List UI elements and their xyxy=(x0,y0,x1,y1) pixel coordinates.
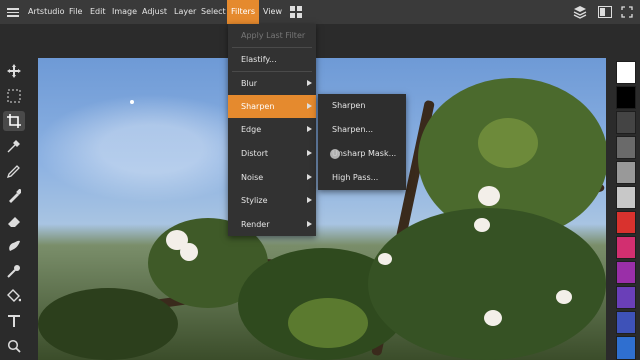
edge-label: Edge xyxy=(241,125,262,134)
brush-icon[interactable] xyxy=(3,186,25,206)
menu-edit[interactable]: Edit xyxy=(86,0,110,24)
zoom-icon[interactable] xyxy=(3,336,25,356)
tool-options-bar xyxy=(0,24,640,58)
edge-item[interactable]: Edge xyxy=(228,118,316,141)
elastify-item[interactable]: Elastify... xyxy=(228,48,316,71)
layers-icon[interactable] xyxy=(573,5,587,19)
menu-select[interactable]: Select xyxy=(197,0,230,24)
menu-image[interactable]: Image xyxy=(108,0,141,24)
swatch-gray[interactable] xyxy=(616,136,636,159)
submenu-arrow-icon xyxy=(307,197,312,203)
render-label: Render xyxy=(241,220,270,229)
swatch-pink[interactable] xyxy=(616,236,636,259)
sharpen-submenu-item[interactable]: Sharpen xyxy=(318,94,406,117)
submenu-arrow-icon xyxy=(307,150,312,156)
high-pass-item[interactable]: High Pass... xyxy=(318,166,406,189)
noise-item[interactable]: Noise xyxy=(228,166,316,189)
submenu-arrow-icon xyxy=(307,221,312,227)
eyedropper-icon[interactable] xyxy=(3,136,25,156)
color-palette xyxy=(612,58,640,360)
swatch-light-gray[interactable] xyxy=(616,186,636,209)
render-item[interactable]: Render xyxy=(228,213,316,236)
stylize-label: Stylize xyxy=(241,196,268,205)
menu-bar: Artstudio File Edit Image Adjust Layer S… xyxy=(0,0,640,24)
swatch-black[interactable] xyxy=(616,86,636,109)
swatch-mid-gray[interactable] xyxy=(616,161,636,184)
menu-file[interactable]: File xyxy=(65,0,86,24)
submenu-arrow-icon xyxy=(307,103,312,109)
submenu-arrow-icon xyxy=(307,174,312,180)
submenu-arrow-icon xyxy=(307,126,312,132)
sharpen-label: Sharpen xyxy=(241,102,275,111)
filters-dropdown: Apply Last Filter Elastify... Blur Sharp… xyxy=(228,24,316,236)
fullscreen-icon[interactable] xyxy=(621,6,633,18)
eraser-icon[interactable] xyxy=(3,211,25,231)
menu-adjust[interactable]: Adjust xyxy=(138,0,171,24)
touch-cursor-icon xyxy=(330,149,340,159)
sharpen-dialog-item[interactable]: Sharpen... xyxy=(318,118,406,141)
menu-view[interactable]: View xyxy=(259,0,286,24)
swatch-blue[interactable] xyxy=(616,336,636,360)
blur-item[interactable]: Blur xyxy=(228,72,316,95)
stylize-item[interactable]: Stylize xyxy=(228,189,316,212)
text-icon[interactable] xyxy=(3,311,25,331)
panel-toggle-icon[interactable] xyxy=(598,6,612,18)
sharpen-submenu: Sharpen Sharpen... Unsharp Mask... High … xyxy=(318,94,406,190)
submenu-arrow-icon xyxy=(307,80,312,86)
apply-last-filter-item: Apply Last Filter xyxy=(241,31,306,40)
left-toolbar xyxy=(0,58,30,360)
fill-bucket-icon[interactable] xyxy=(3,286,25,306)
swatch-dark-gray[interactable] xyxy=(616,111,636,134)
app-name[interactable]: Artstudio xyxy=(24,0,68,24)
clone-icon[interactable] xyxy=(3,261,25,281)
swatch-purple[interactable] xyxy=(616,261,636,284)
distort-item[interactable]: Distort xyxy=(228,142,316,165)
distort-label: Distort xyxy=(241,149,269,158)
pencil-icon[interactable] xyxy=(3,161,25,181)
swatch-violet[interactable] xyxy=(616,286,636,309)
move-icon[interactable] xyxy=(3,61,25,81)
swatch-indigo[interactable] xyxy=(616,311,636,334)
grid-view-icon[interactable] xyxy=(290,6,302,18)
marquee-select-icon[interactable] xyxy=(3,86,25,106)
smudge-icon[interactable] xyxy=(3,236,25,256)
noise-label: Noise xyxy=(241,173,264,182)
hamburger-menu-icon[interactable] xyxy=(7,6,19,18)
blur-label: Blur xyxy=(241,79,258,88)
crop-icon[interactable] xyxy=(3,111,25,131)
sharpen-item[interactable]: Sharpen xyxy=(228,95,316,118)
menu-layer[interactable]: Layer xyxy=(170,0,200,24)
swatch-red[interactable] xyxy=(616,211,636,234)
swatch-white[interactable] xyxy=(616,61,636,84)
menu-filters[interactable]: Filters xyxy=(227,0,259,24)
